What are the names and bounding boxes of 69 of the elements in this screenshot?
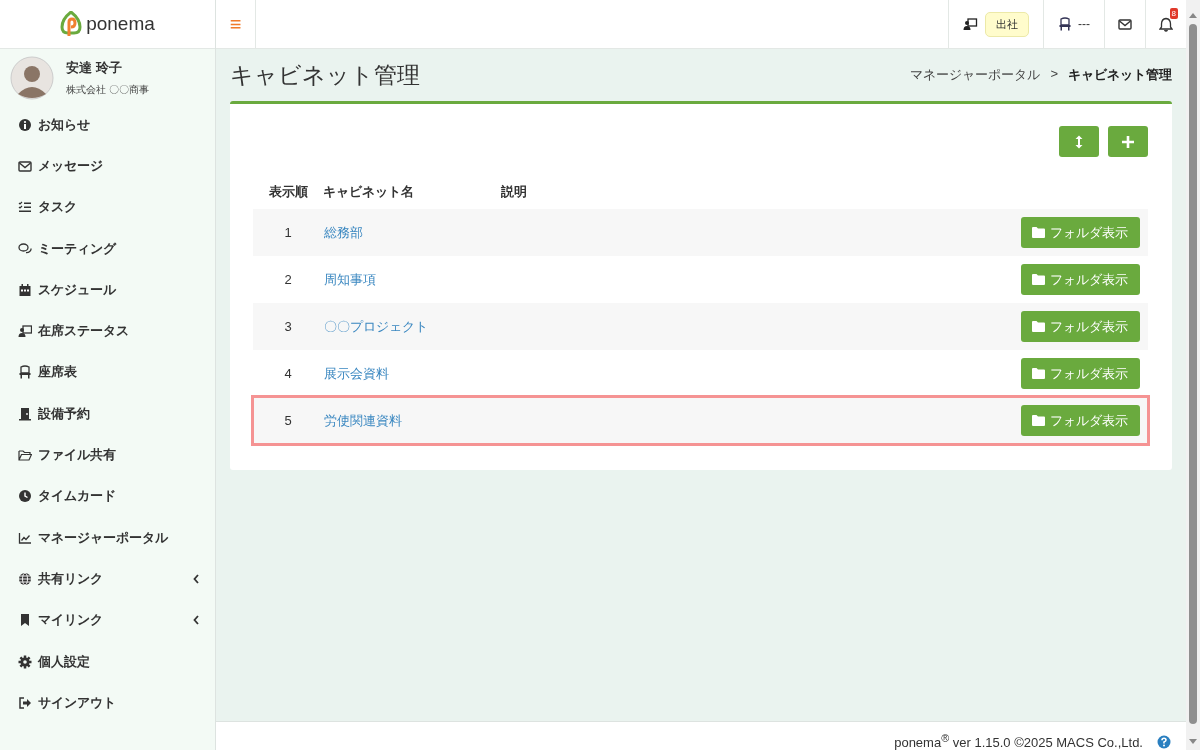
up-down-arrow-icon xyxy=(1075,134,1083,149)
sidebar-item[interactable]: タイムカード xyxy=(0,475,215,517)
chat-bubbles-icon xyxy=(18,241,32,256)
calendar-icon xyxy=(18,282,32,297)
folder-icon xyxy=(1032,227,1045,238)
folder-icon xyxy=(1032,321,1045,332)
info-icon xyxy=(18,117,32,132)
sidebar-item[interactable]: メッセージ xyxy=(0,145,215,187)
seat-text: --- xyxy=(1078,17,1090,31)
sidebar-item[interactable]: 座席表 xyxy=(0,351,215,394)
globe-icon xyxy=(18,571,32,586)
person-board-icon xyxy=(18,324,32,339)
sidebar-item[interactable]: お知らせ xyxy=(0,104,215,146)
cabinet-link[interactable]: 〇〇プロジェクト xyxy=(324,318,428,334)
gear-icon xyxy=(18,654,32,669)
bookmark-icon xyxy=(18,613,32,628)
sidebar-item[interactable]: タスク xyxy=(0,186,215,228)
order-number: 1 xyxy=(284,225,292,240)
logo-icon xyxy=(60,11,83,37)
sidebar-item[interactable]: 個人設定 xyxy=(0,640,215,683)
footer-text: ponema$^{®}$ ver 1.15.0 ©2025 MACS Co.,Ltd. xyxy=(894,731,1143,750)
sidebar-item[interactable]: スケジュール xyxy=(0,269,215,311)
envelope-icon xyxy=(18,158,32,173)
checklist-icon xyxy=(18,200,32,215)
order-number: 2 xyxy=(284,272,292,287)
sign-out-icon xyxy=(18,695,32,710)
sidebar-item[interactable]: サインアウト xyxy=(0,682,215,724)
avatar xyxy=(10,56,54,100)
person-board-icon xyxy=(963,16,979,32)
sidebar-item[interactable]: 設備予約 xyxy=(0,393,215,435)
logo-text: ponema xyxy=(86,13,155,35)
add-button[interactable] xyxy=(1108,126,1148,157)
company-name: 株式会社 〇〇商事 xyxy=(66,83,149,97)
line-chart-icon xyxy=(18,530,32,545)
folder-icon xyxy=(18,448,32,462)
order-number: 4 xyxy=(284,366,292,381)
notification-count: 8 xyxy=(1169,8,1178,19)
folder-icon xyxy=(1032,274,1045,285)
sidebar-item[interactable]: マネージャーポータル xyxy=(0,516,215,559)
clock-icon xyxy=(18,489,32,504)
column-header: キャビネット名 xyxy=(323,184,414,199)
sidebar-item[interactable]: ファイル共有 xyxy=(0,434,215,476)
sort-button[interactable] xyxy=(1059,126,1099,157)
sidebar-item[interactable]: 在席ステータス xyxy=(0,310,215,352)
breadcrumb-link[interactable]: マネージャーポータル xyxy=(910,66,1041,84)
chair-icon xyxy=(1058,16,1072,32)
sidebar-item[interactable]: 共有リンク xyxy=(0,558,215,600)
sidebar-item[interactable]: ミーティング xyxy=(0,227,215,270)
folder-icon xyxy=(1032,368,1045,379)
page-title: キャビネット管理 xyxy=(230,60,420,90)
door-icon xyxy=(18,406,32,421)
breadcrumb-current: キャビネット管理 xyxy=(1068,66,1172,84)
column-header: 表示順 xyxy=(268,184,308,199)
status-badge[interactable]: 出社 xyxy=(985,11,1029,37)
cabinet-link[interactable]: 展示会資料 xyxy=(324,365,389,381)
cabinet-link[interactable]: 総務部 xyxy=(324,224,363,240)
chair-icon xyxy=(18,365,32,380)
breadcrumb-separator: > xyxy=(1050,66,1058,83)
order-number: 3 xyxy=(284,319,292,334)
plus-icon xyxy=(1122,135,1134,148)
cabinet-link[interactable]: 周知事項 xyxy=(324,271,376,287)
order-number: 5 xyxy=(284,413,292,428)
column-header: 説明 xyxy=(501,184,527,199)
sidebar-item[interactable]: マイリンク xyxy=(0,599,215,641)
folder-icon xyxy=(1032,415,1045,426)
envelope-icon xyxy=(1118,17,1132,31)
cabinet-link[interactable]: 労使関連資料 xyxy=(324,412,402,428)
user-name: 安達 玲子 xyxy=(66,59,123,77)
bell-icon xyxy=(1159,16,1173,32)
